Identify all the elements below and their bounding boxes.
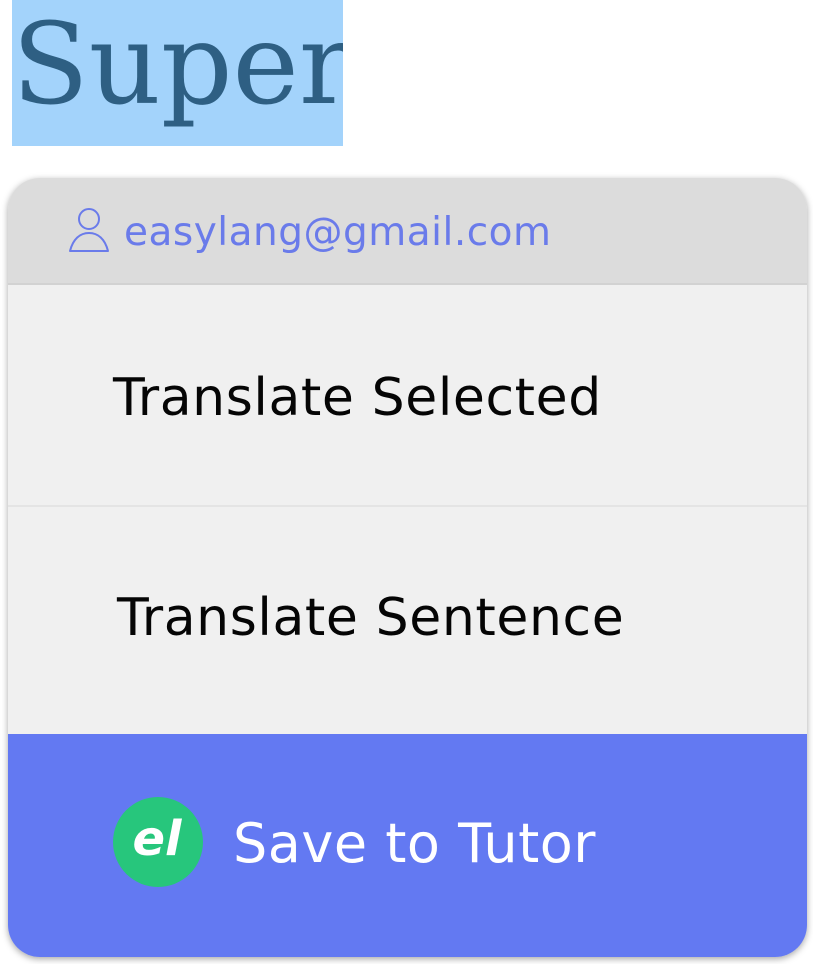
- user-outline-icon: [69, 208, 109, 252]
- screen: Super easylang@gmail.com Translate Selec…: [0, 0, 813, 964]
- translate-selected-item[interactable]: Translate Selected: [8, 285, 807, 507]
- account-row[interactable]: easylang@gmail.com: [8, 178, 807, 285]
- translation-context-menu: easylang@gmail.com Translate Selected Tr…: [8, 178, 807, 957]
- translate-sentence-label: Translate Sentence: [117, 588, 625, 648]
- easylang-logo-icon: el: [113, 797, 203, 887]
- selected-text-highlight: Super: [12, 0, 343, 146]
- translate-selected-label: Translate Selected: [113, 368, 602, 428]
- translate-sentence-item[interactable]: Translate Sentence: [8, 509, 807, 735]
- save-to-tutor-label: Save to Tutor: [233, 812, 597, 875]
- account-email: easylang@gmail.com: [124, 210, 552, 255]
- easylang-logo-text: el: [132, 811, 182, 867]
- save-to-tutor-button[interactable]: el Save to Tutor: [8, 734, 807, 957]
